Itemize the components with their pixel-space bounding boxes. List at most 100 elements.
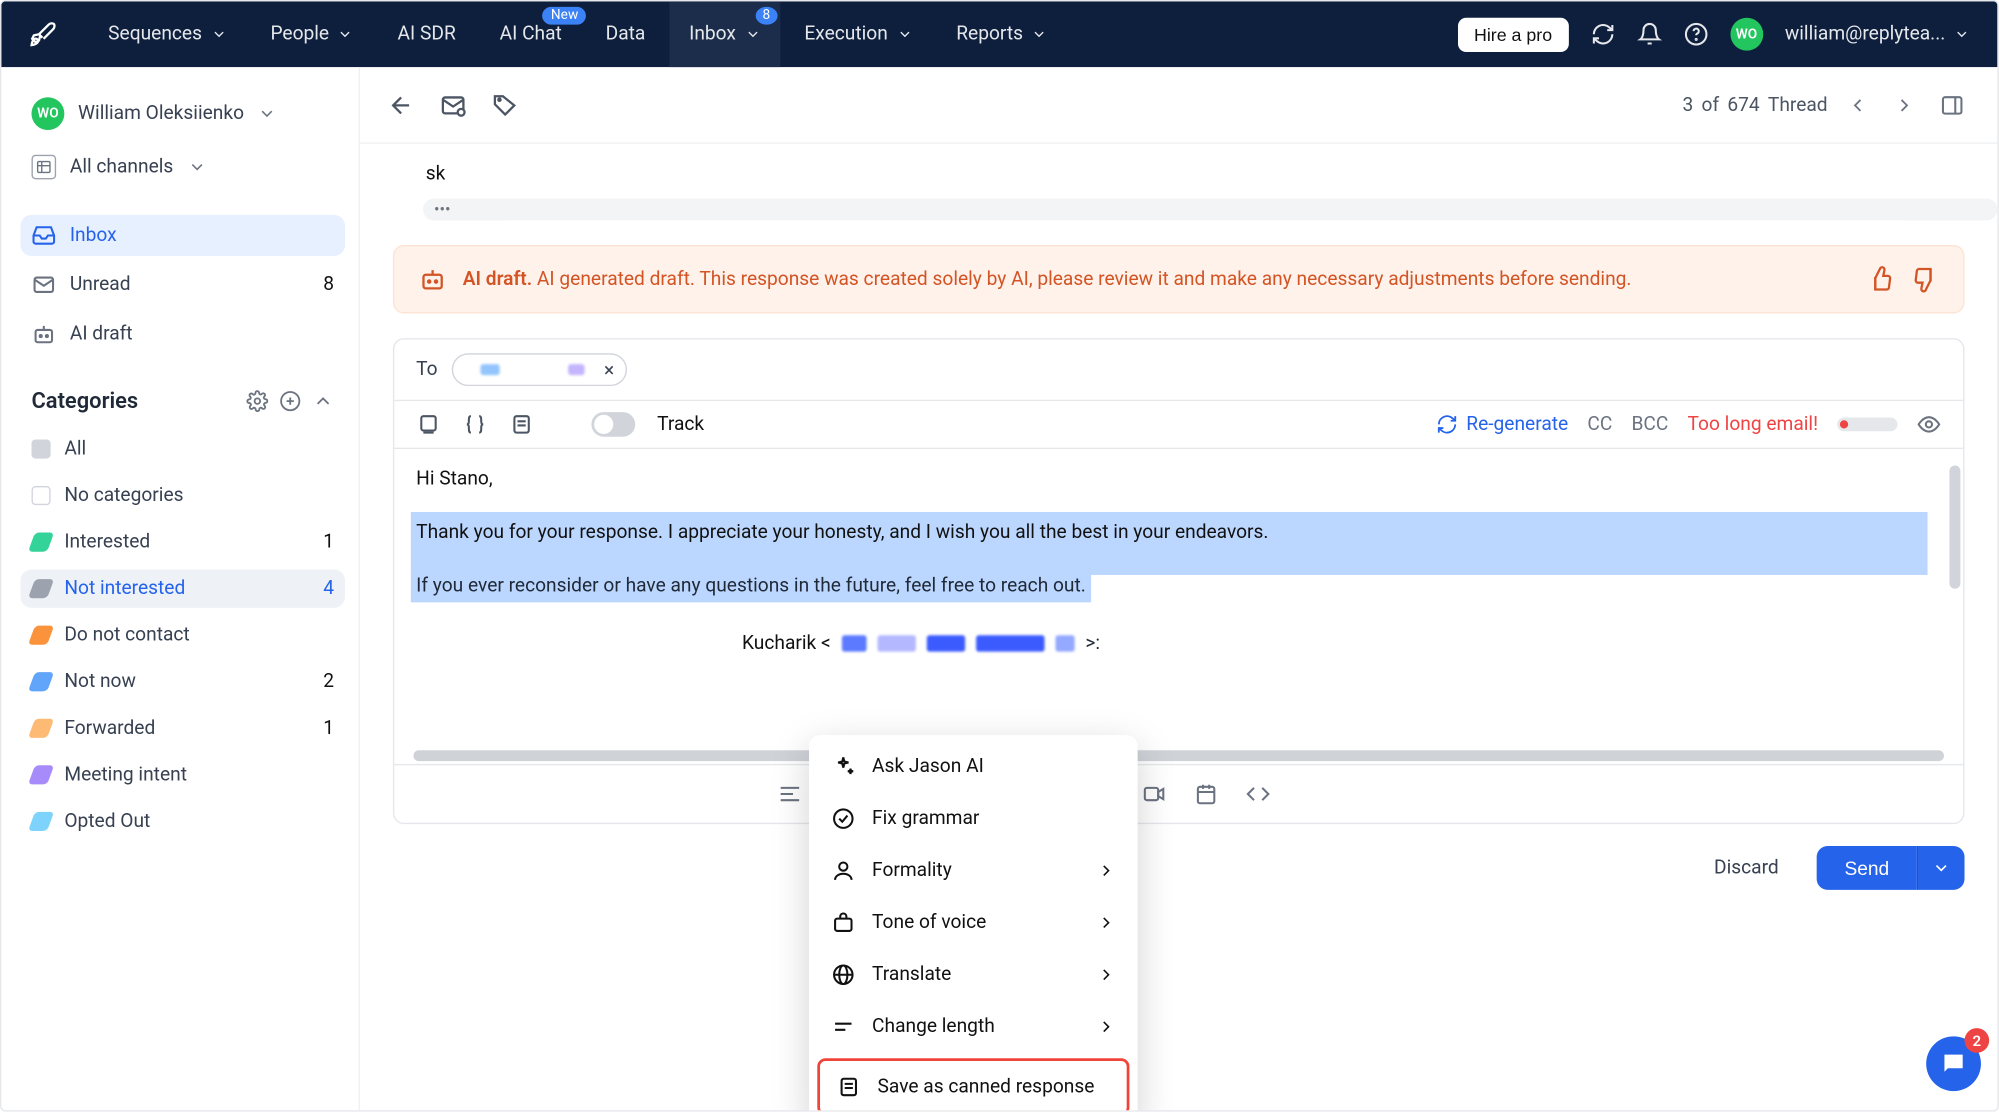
quoted-header: Kucharik < >: <box>411 633 1928 655</box>
ctx-ask-ai[interactable]: Ask Jason AI <box>809 741 1138 793</box>
gear-icon[interactable] <box>246 389 268 411</box>
send-dropdown[interactable] <box>1917 846 1965 890</box>
track-toggle[interactable] <box>591 412 635 437</box>
thumbs-down-icon[interactable] <box>1911 266 1938 293</box>
send-button[interactable]: Send <box>1817 846 1917 890</box>
ctx-translate[interactable]: Translate <box>809 949 1138 1001</box>
sidebar-item-inbox[interactable]: Inbox <box>21 215 345 256</box>
user-email[interactable]: william@replytea... <box>1785 23 1970 45</box>
code-icon[interactable] <box>1246 782 1271 807</box>
user-email-text: william@replytea... <box>1785 23 1945 45</box>
nav-execution[interactable]: Execution <box>785 1 931 67</box>
sidebar-user[interactable]: WO William Oleksiienko <box>21 89 345 138</box>
back-icon[interactable] <box>387 91 414 118</box>
ctx-save-canned[interactable]: Save as canned response <box>817 1058 1129 1111</box>
banner-text: AI generated draft. This response was cr… <box>537 268 1632 290</box>
cat-label: Forwarded <box>64 717 155 739</box>
panel-icon[interactable] <box>1934 87 1970 123</box>
ctx-tone[interactable]: Tone of voice <box>809 897 1138 949</box>
bcc-button[interactable]: BCC <box>1631 413 1668 435</box>
horizontal-scrollbar[interactable] <box>413 750 1944 761</box>
sidebar-label: AI draft <box>70 323 133 345</box>
redacted-text <box>927 636 965 652</box>
ctx-change-length[interactable]: Change length <box>809 1001 1138 1053</box>
bell-icon[interactable] <box>1637 22 1662 47</box>
next-thread-icon[interactable] <box>1888 88 1921 121</box>
video-icon[interactable] <box>1142 782 1167 807</box>
remove-recipient-icon[interactable]: × <box>604 360 614 382</box>
nav-ai-chat[interactable]: AI Chat New <box>480 1 581 67</box>
ctx-label: Fix grammar <box>872 808 979 830</box>
cat-forwarded[interactable]: Forwarded 1 <box>21 709 345 747</box>
cat-label: No categories <box>64 485 183 507</box>
length-warning: Too long email! <box>1688 413 1818 435</box>
check-icon <box>831 806 856 831</box>
sidebar-channels[interactable]: All channels <box>21 146 345 187</box>
quoted-name: Kucharik < <box>742 633 831 655</box>
sidebar-item-unread[interactable]: Unread 8 <box>21 264 345 305</box>
ctx-formality[interactable]: Formality <box>809 845 1138 897</box>
cat-all[interactable]: All <box>21 430 345 468</box>
banner-label: AI draft. <box>463 268 532 290</box>
template-icon[interactable] <box>416 412 441 437</box>
scrollbar[interactable] <box>1949 465 1960 739</box>
ctx-label: Formality <box>872 860 952 882</box>
recipient-chip[interactable]: × <box>451 353 626 386</box>
ai-draft-banner: AI draft. AI generated draft. This respo… <box>393 245 1965 313</box>
send-group: Send <box>1817 846 1964 890</box>
refresh-icon[interactable] <box>1590 22 1615 47</box>
chevron-down-icon <box>187 157 206 176</box>
sidebar-item-ai-draft[interactable]: AI draft <box>21 314 345 355</box>
mail-icon <box>31 272 56 297</box>
sparkle-icon <box>831 754 856 779</box>
tag-icon <box>28 719 54 738</box>
redacted-text <box>568 364 584 375</box>
avatar[interactable]: WO <box>1730 18 1763 51</box>
cat-opted-out[interactable]: Opted Out <box>21 802 345 840</box>
prev-thread-icon[interactable] <box>1841 88 1874 121</box>
variables-icon[interactable] <box>463 412 488 437</box>
email-editor[interactable]: Hi Stano, Thank you for your response. I… <box>394 449 1963 764</box>
help-icon[interactable] <box>1684 22 1709 47</box>
person-icon <box>831 858 856 883</box>
regenerate-button[interactable]: Re-generate <box>1436 413 1568 435</box>
chevron-down-icon <box>210 26 226 42</box>
nav-data[interactable]: Data <box>586 1 664 67</box>
ctx-fix-grammar[interactable]: Fix grammar <box>809 793 1138 845</box>
chat-bubble[interactable]: 2 <box>1926 1036 1981 1091</box>
expand-thread-button[interactable]: ••• <box>423 199 1997 221</box>
nav-inbox[interactable]: Inbox 8 <box>670 1 780 67</box>
save-icon <box>836 1075 861 1100</box>
calendar-icon[interactable] <box>1194 782 1219 807</box>
angle-close: >: <box>1085 633 1100 655</box>
cat-not-interested[interactable]: Not interested 4 <box>21 570 345 608</box>
hire-pro-button[interactable]: Hire a pro <box>1458 17 1569 51</box>
cat-label: All <box>64 438 86 460</box>
mark-read-icon[interactable] <box>439 91 466 118</box>
cat-no-categories[interactable]: No categories <box>21 476 345 514</box>
redacted-text <box>877 636 915 652</box>
subject: sk <box>426 163 446 185</box>
nav-people[interactable]: People <box>251 1 373 67</box>
nav-reports[interactable]: Reports <box>937 1 1067 67</box>
cat-do-not-contact[interactable]: Do not contact <box>21 616 345 654</box>
cc-button[interactable]: CC <box>1587 413 1612 435</box>
main-panel: 3 of 674 Thread sk ••• AI draft. AI gene… <box>360 67 1997 1112</box>
logo-rocket-icon[interactable] <box>29 21 56 48</box>
discard-button[interactable]: Discard <box>1695 846 1798 890</box>
snippet-icon[interactable] <box>509 412 534 437</box>
cat-not-now[interactable]: Not now 2 <box>21 663 345 701</box>
chevron-up-icon[interactable] <box>312 389 334 411</box>
nav-sequences[interactable]: Sequences <box>89 1 246 67</box>
categories-title: Categories <box>31 387 235 413</box>
tag-icon[interactable] <box>491 91 518 118</box>
thumbs-up-icon[interactable] <box>1867 266 1894 293</box>
length-bar <box>1837 418 1897 432</box>
cat-meeting-intent[interactable]: Meeting intent <box>21 756 345 794</box>
cat-interested[interactable]: Interested 1 <box>21 523 345 561</box>
plus-icon[interactable] <box>279 389 301 411</box>
preview-icon[interactable] <box>1917 412 1942 437</box>
user-name: William Oleksiienko <box>78 103 244 125</box>
align-left-icon[interactable] <box>778 782 803 807</box>
nav-ai-sdr[interactable]: AI SDR <box>378 1 475 67</box>
